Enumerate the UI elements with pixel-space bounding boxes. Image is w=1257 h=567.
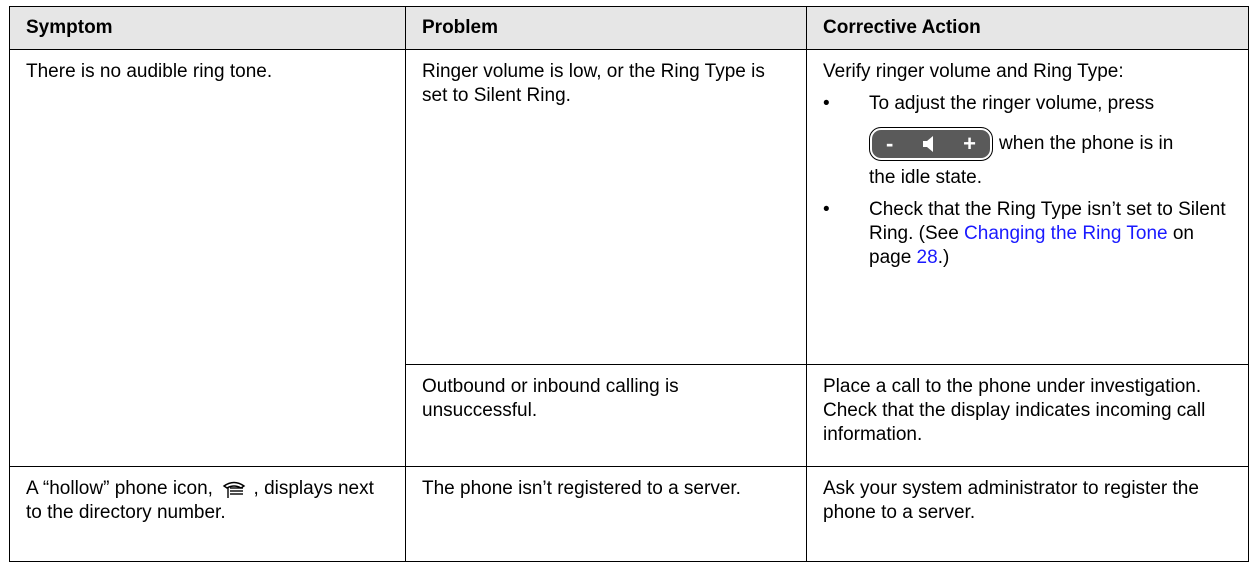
symptom-header: Symptom: [9, 6, 406, 50]
bullet-item: • Check that the Ring Type isn’t set to …: [823, 198, 1236, 270]
symptom-cell: A “hollow” phone icon, , displays next t…: [9, 466, 406, 562]
page-link[interactable]: 28: [917, 247, 938, 268]
bullet-item: • To adjust the ringer volume, press - +…: [823, 92, 1236, 190]
bullet-text-tail: the idle state.: [869, 167, 983, 188]
bullet-dot: •: [823, 199, 830, 220]
bullet-dot: •: [823, 93, 830, 114]
corrective-action-cell: Ask your system administrator to registe…: [806, 466, 1249, 562]
volume-plus-label: +: [963, 131, 977, 156]
volume-key: - +: [869, 127, 993, 161]
troubleshooting-table: Symptom Problem Corrective Action There …: [9, 6, 1249, 562]
table-row: There is no audible ring tone. Ringer vo…: [9, 49, 1249, 467]
symptom-text: A “hollow” phone icon,: [26, 478, 213, 499]
action-intro: Verify ringer volume and Ring Type:: [823, 61, 1124, 82]
bullet-text: To adjust the ringer volume, press: [869, 93, 1155, 114]
corrective-action-cell: Verify ringer volume and Ring Type: • To…: [806, 49, 1249, 365]
volume-minus-label: -: [885, 131, 894, 156]
bullet-text-continued: when the phone is in: [999, 133, 1174, 154]
changing-ring-tone-link[interactable]: Changing the Ring Tone: [964, 223, 1168, 244]
problem-cell: The phone isn’t registered to a server.: [405, 466, 807, 562]
problem-header: Problem: [405, 6, 807, 50]
bullet-text-end: .): [937, 247, 950, 268]
table-row: A “hollow” phone icon, , displays next t…: [9, 466, 1249, 562]
corrective-action-cell: Place a call to the phone under investig…: [806, 364, 1249, 467]
problem-cell: Ringer volume is low, or the Ring Type i…: [405, 49, 807, 365]
problem-cell: Outbound or inbound calling is unsuccess…: [405, 364, 807, 467]
hollow-phone-icon: [222, 481, 246, 498]
volume-key-line: - + when the phone is in: [869, 122, 1236, 166]
volume-key-face: - +: [872, 130, 990, 158]
header-row: Symptom Problem Corrective Action: [9, 6, 1249, 50]
corrective-action-header: Corrective Action: [806, 6, 1249, 50]
speaker-icon: [923, 136, 934, 152]
symptom-cell: There is no audible ring tone.: [9, 49, 406, 467]
